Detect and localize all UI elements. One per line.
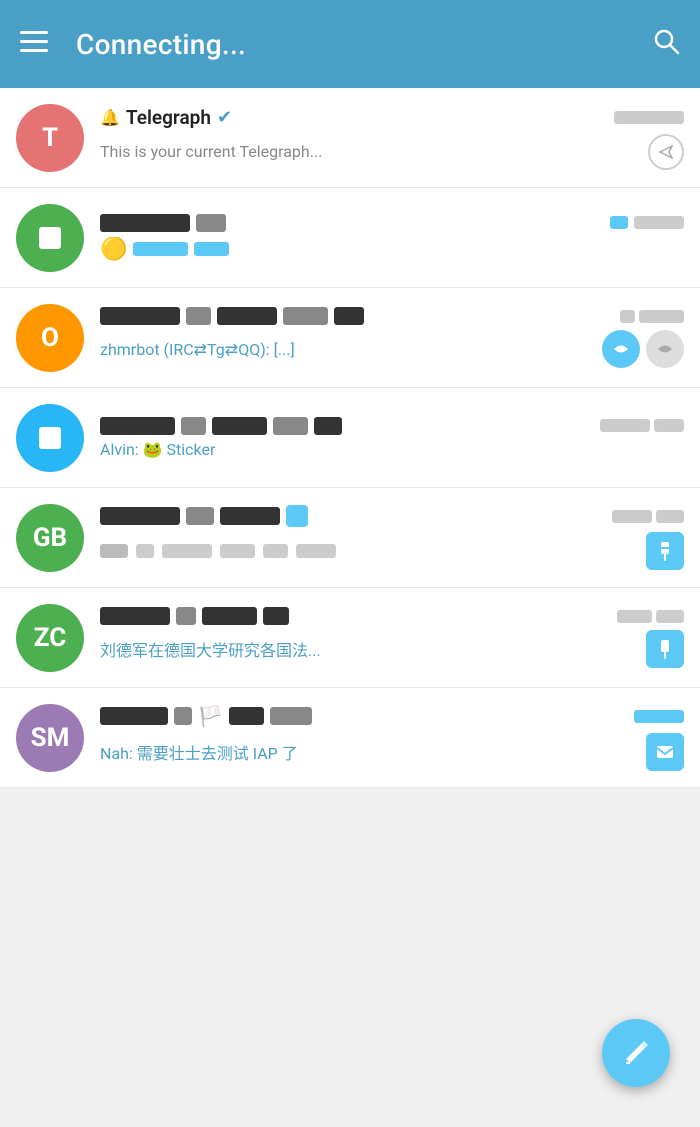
chat-content-4: Alvin: 🐸 Sticker <box>100 417 684 459</box>
chat-item-4[interactable]: Alvin: 🐸 Sticker <box>0 388 700 488</box>
emoji-2: 🏳️ <box>198 704 223 728</box>
chat-header-4 <box>100 417 684 435</box>
chat-preview-6: 刘德军在德国大学研究各国法... <box>100 641 321 660</box>
chat-item-3[interactable]: O zhmrbot (IRC⇄Tg⇄QQ): [...] <box>0 288 700 388</box>
pin-icon-2 <box>646 630 684 668</box>
send-icon <box>648 134 684 170</box>
menu-icon[interactable] <box>20 31 48 58</box>
avatar-letter-3: O <box>41 323 59 353</box>
avatar-letter-5: GB <box>33 523 67 553</box>
chat-content-6: 刘德军在德国大学研究各国法... <box>100 607 684 668</box>
chat-preview-7: Nah: 需要壮士去测试 IAP 了 <box>100 744 298 763</box>
chat-preview-3: zhmrbot (IRC⇄Tg⇄QQ): [...] <box>100 340 295 359</box>
chat-preview: This is your current Telegraph... <box>100 142 322 161</box>
avatar-letter-6: ZC <box>34 623 66 653</box>
chat-item-5[interactable]: GB <box>0 488 700 588</box>
avatar-7: SM <box>16 704 84 772</box>
chat-header-2 <box>100 214 684 232</box>
verified-badge: ✔ <box>217 107 232 128</box>
chat-name: Telegraph <box>126 106 211 129</box>
chat-content-telegraph: 🔔 Telegraph ✔ This is your current Teleg… <box>100 106 684 170</box>
chat-header-6 <box>100 607 684 625</box>
unread-square <box>286 505 308 527</box>
avatar-2 <box>16 204 84 272</box>
chat-content-5 <box>100 505 684 570</box>
compose-fab[interactable] <box>602 1019 670 1087</box>
chat-preview-4: Alvin: 🐸 Sticker <box>100 440 215 459</box>
chat-content-3: zhmrbot (IRC⇄Tg⇄QQ): [...] <box>100 307 684 368</box>
chat-header-3 <box>100 307 684 325</box>
avatar-telegraph: T <box>16 104 84 172</box>
avatar-letter: T <box>42 123 58 153</box>
avatar-letter-7: SM <box>31 723 70 753</box>
chat-list: T 🔔 Telegraph ✔ This is your current Tel… <box>0 88 700 788</box>
avatar-6: ZC <box>16 604 84 672</box>
unread-icon <box>646 733 684 771</box>
chat-item-telegraph[interactable]: T 🔔 Telegraph ✔ This is your current Tel… <box>0 88 700 188</box>
app-bar-title: Connecting... <box>76 28 652 61</box>
app-bar: Connecting... <box>0 0 700 88</box>
chat-content-7: 🏳️ Nah: 需要壮士去测试 IAP 了 <box>100 704 684 771</box>
name-redacted-1 <box>100 214 190 232</box>
chat-item-6[interactable]: ZC 刘德军在德国大学研究各国法... <box>0 588 700 688</box>
chat-item-2[interactable]: 🟡 0 <box>0 188 700 288</box>
channel-icon <box>602 330 640 368</box>
chat-time <box>614 111 684 124</box>
chat-header-5 <box>100 505 684 527</box>
chat-item-7[interactable]: SM 🏳️ Nah: 需要壮士去测试 IAP 了 <box>0 688 700 788</box>
emoji-icon: 🟡 <box>100 237 127 262</box>
avatar-5: GB <box>16 504 84 572</box>
chat-content-2: 🟡 0 <box>100 214 684 262</box>
chat-header-7: 🏳️ <box>100 704 684 728</box>
channel-icon-2 <box>646 330 684 368</box>
pin-icon <box>646 532 684 570</box>
search-icon[interactable] <box>652 27 680 62</box>
avatar-3: O <box>16 304 84 372</box>
avatar-4 <box>16 404 84 472</box>
mute-icon: 🔔 <box>100 108 120 127</box>
chat-header: 🔔 Telegraph ✔ <box>100 106 684 129</box>
